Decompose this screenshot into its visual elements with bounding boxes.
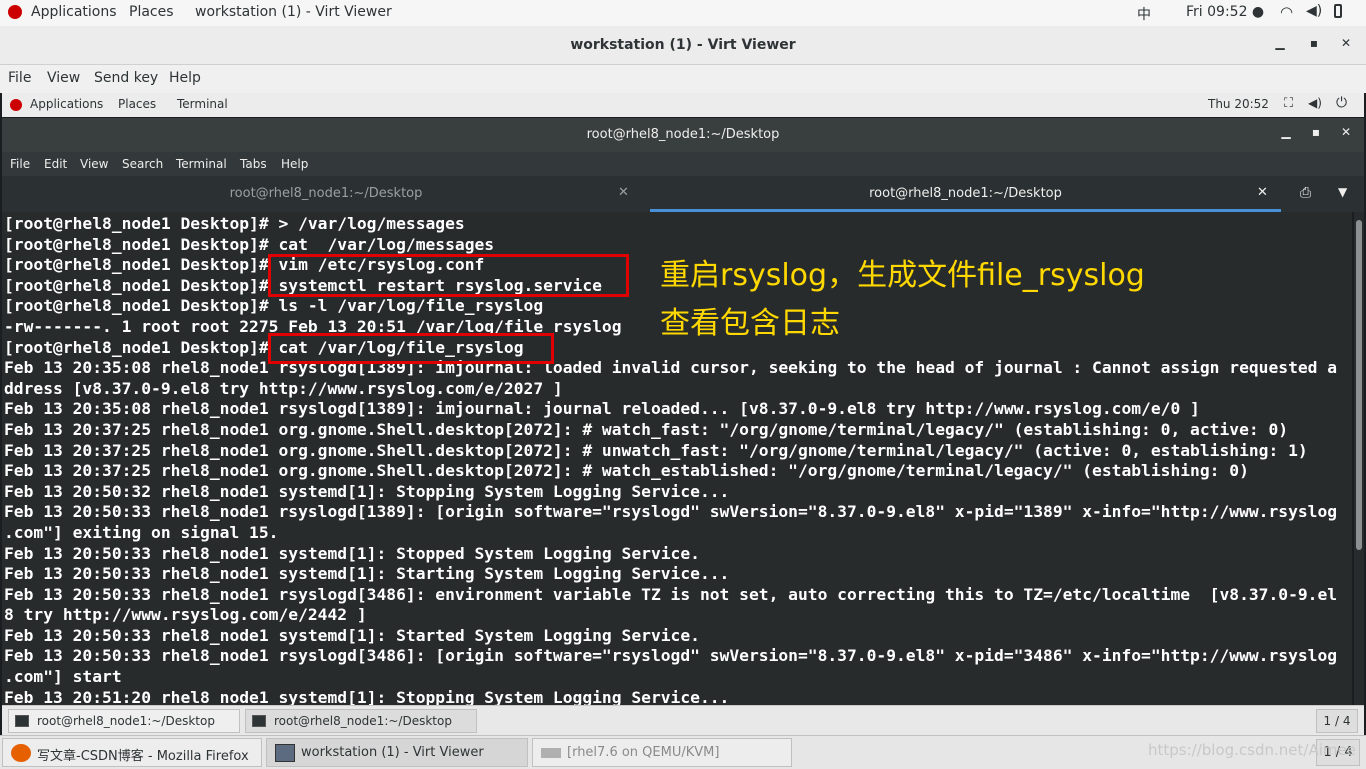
terminal-minimize-button[interactable]: ▁ <box>1276 125 1296 145</box>
input-method-indicator[interactable]: 中 <box>1137 4 1151 24</box>
menu-view[interactable]: View <box>47 70 80 86</box>
terminal-line: .com"] start <box>4 667 122 687</box>
viewer-menubar: File View Send key Help <box>0 65 1366 93</box>
terminal-line: [root@rhel8_node1 Desktop]# > /var/log/m… <box>4 214 465 233</box>
firefox-icon <box>11 744 31 762</box>
maximize-button[interactable]: ▪ <box>1304 36 1324 56</box>
active-window-title[interactable]: workstation (1) - Virt Viewer <box>195 4 392 20</box>
vm-icon <box>541 748 561 758</box>
guest-places-menu[interactable]: Places <box>118 97 156 111</box>
terminal-title: root@rhel8_node1:~/Desktop <box>586 127 780 142</box>
host-task-virt-viewer[interactable]: workstation (1) - Virt Viewer <box>266 738 528 767</box>
scrollbar-thumb[interactable] <box>1356 220 1362 550</box>
viewer-titlebar: workstation (1) - Virt Viewer ▁ ▪ ✕ <box>0 26 1366 65</box>
terminal-menu-view[interactable]: View <box>80 157 108 171</box>
tab-close-icon[interactable]: ✕ <box>1257 185 1268 200</box>
guest-taskbar: root@rhel8_node1:~/Desktop root@rhel8_no… <box>2 705 1364 736</box>
host-task-firefox[interactable]: 写文章-CSDN博客 - Mozilla Firefox <box>2 738 262 767</box>
task-label: root@rhel8_node1:~/Desktop <box>274 714 452 728</box>
viewer-title: workstation (1) - Virt Viewer <box>570 37 796 53</box>
task-label: workstation (1) - Virt Viewer <box>301 745 484 760</box>
monitor-icon <box>275 744 295 762</box>
guest-workspace-pager[interactable]: 1 / 4 <box>1316 709 1358 733</box>
terminal-menu-search[interactable]: Search <box>122 157 163 171</box>
network-icon[interactable]: ⛶ <box>1284 96 1293 111</box>
guest-applications-menu[interactable]: Applications <box>30 97 103 111</box>
terminal-menu-edit[interactable]: Edit <box>44 157 67 171</box>
menu-send-key[interactable]: Send key <box>94 70 158 86</box>
tab-label: root@rhel8_node1:~/Desktop <box>869 186 1062 201</box>
terminal-line: Feb 13 20:50:33 rhel8_node1 systemd[1]: … <box>4 625 700 645</box>
guest-task-terminal-1[interactable]: root@rhel8_node1:~/Desktop <box>8 709 240 733</box>
terminal-line: Feb 13 20:50:33 rhel8_node1 rsyslogd[348… <box>4 584 1338 604</box>
terminal-menu-help[interactable]: Help <box>281 157 308 171</box>
terminal-scrollbar[interactable] <box>1354 212 1364 705</box>
menu-help[interactable]: Help <box>169 70 201 86</box>
terminal-line: .com"] exiting on signal 15. <box>4 522 279 542</box>
guest-top-bar: Applications Places Terminal Thu 20:52 ⛶… <box>2 93 1364 117</box>
terminal-line: Feb 13 20:50:32 rhel8_node1 systemd[1]: … <box>4 481 730 501</box>
battery-icon[interactable] <box>1334 4 1342 18</box>
terminal-tab-2[interactable]: root@rhel8_node1:~/Desktop ✕ <box>650 176 1281 212</box>
menu-file[interactable]: File <box>8 70 31 86</box>
redhat-logo-icon <box>10 99 22 111</box>
host-task-rhel7[interactable]: [rhel7.6 on QEMU/KVM] <box>532 738 792 767</box>
guest-clock[interactable]: Thu 20:52 <box>1208 97 1269 111</box>
terminal-titlebar: root@rhel8_node1:~/Desktop ▁ ▪ ✕ <box>2 118 1364 152</box>
host-top-bar: Applications Places workstation (1) - Vi… <box>0 0 1366 26</box>
power-icon[interactable]: ⏻ <box>1336 95 1347 111</box>
volume-icon[interactable]: ◀) <box>1306 3 1322 19</box>
watermark: https://blog.csdn.net/Aimee <box>1148 741 1356 759</box>
terminal-line: Feb 13 20:50:33 rhel8_node1 rsyslogd[348… <box>4 646 1338 666</box>
task-label: [rhel7.6 on QEMU/KVM] <box>567 745 720 760</box>
task-label: root@rhel8_node1:~/Desktop <box>37 714 215 728</box>
terminal-line: Feb 13 20:35:08 rhel8_node1 rsyslogd[138… <box>4 358 1338 378</box>
annotation-line-2: 查看包含日志 <box>660 306 840 341</box>
terminal-maximize-button[interactable]: ▪ <box>1306 125 1326 145</box>
task-label: 写文章-CSDN博客 - Mozilla Firefox <box>37 749 249 764</box>
terminal-line: Feb 13 20:37:25 rhel8_node1 org.gnome.Sh… <box>4 419 1289 439</box>
guest-terminal-menu[interactable]: Terminal <box>177 97 228 111</box>
terminal-menu-terminal[interactable]: Terminal <box>176 157 227 171</box>
highlight-box-cat <box>268 333 554 364</box>
terminal-output[interactable]: [root@rhel8_node1 Desktop]# > /var/log/m… <box>2 212 1352 705</box>
terminal-line: Feb 13 20:51:20 rhel8_node1 systemd[1]: … <box>4 687 730 705</box>
terminal-tab-bar: root@rhel8_node1:~/Desktop ✕ root@rhel8_… <box>2 176 1364 212</box>
terminal-menu-tabs[interactable]: Tabs <box>240 157 267 171</box>
terminal-line: Feb 13 20:35:08 rhel8_node1 rsyslogd[138… <box>4 399 1200 419</box>
terminal-line: Feb 13 20:50:33 rhel8_node1 systemd[1]: … <box>4 543 700 563</box>
close-button[interactable]: ✕ <box>1336 36 1356 56</box>
terminal-line: Feb 13 20:37:25 rhel8_node1 org.gnome.Sh… <box>4 461 1249 481</box>
terminal-tab-1[interactable]: root@rhel8_node1:~/Desktop ✕ <box>2 176 650 212</box>
tab-label: root@rhel8_node1:~/Desktop <box>229 186 423 201</box>
guest-task-terminal-2[interactable]: root@rhel8_node1:~/Desktop <box>245 709 477 733</box>
terminal-icon <box>252 715 266 727</box>
tab-menu-chevron-icon[interactable]: ▼ <box>1338 185 1347 199</box>
redhat-logo-icon <box>8 5 22 19</box>
terminal-line: Feb 13 20:50:33 rhel8_node1 rsyslogd[138… <box>4 502 1338 522</box>
terminal-icon <box>15 715 29 727</box>
volume-icon[interactable]: ◀) <box>1308 96 1322 110</box>
terminal-line: ddress [v8.37.0-9.el8 try http://www.rsy… <box>4 378 563 398</box>
highlight-box-commands <box>268 254 629 297</box>
annotation-line-1: 重启rsyslog，生成文件file_rsyslog <box>660 258 1145 293</box>
terminal-line: 8 try http://www.rsyslog.com/e/2442 ] <box>4 605 367 625</box>
terminal-menu-file[interactable]: File <box>10 157 30 171</box>
terminal-line: Feb 13 20:50:33 rhel8_node1 systemd[1]: … <box>4 564 730 584</box>
new-tab-icon[interactable]: ⎙ <box>1300 185 1311 201</box>
clock[interactable]: Fri 09:52 ● <box>1186 4 1264 20</box>
terminal-menubar: File Edit View Search Terminal Tabs Help <box>2 152 1364 176</box>
wifi-icon[interactable]: ◠ <box>1280 3 1293 21</box>
terminal-line: Feb 13 20:37:25 rhel8_node1 org.gnome.Sh… <box>4 440 1308 460</box>
terminal-close-button[interactable]: ✕ <box>1336 125 1356 145</box>
tab-close-icon[interactable]: ✕ <box>618 185 629 200</box>
applications-menu[interactable]: Applications <box>31 4 117 20</box>
minimize-button[interactable]: ▁ <box>1270 36 1290 56</box>
places-menu[interactable]: Places <box>129 4 174 20</box>
